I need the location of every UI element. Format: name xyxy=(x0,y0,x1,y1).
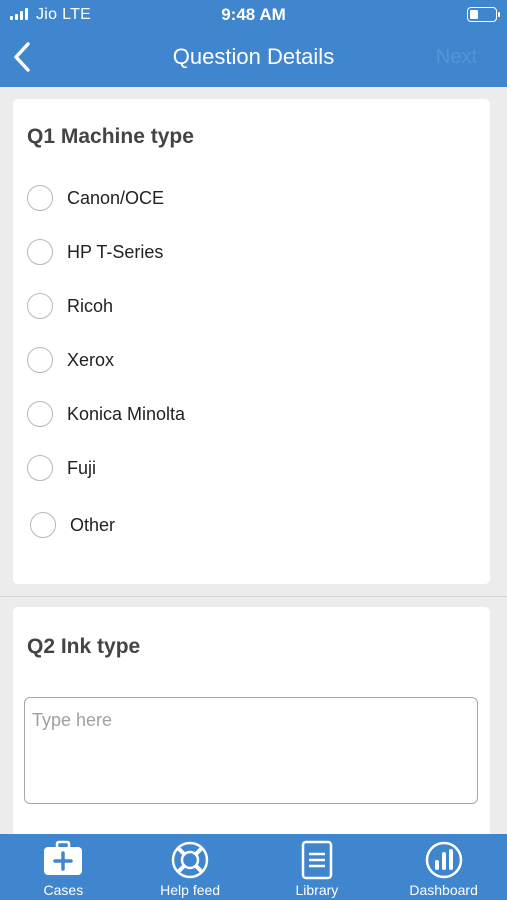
tab-label: Dashboard xyxy=(409,882,478,898)
option-canon-oce[interactable]: Canon/OCE xyxy=(27,185,164,211)
radio-button[interactable] xyxy=(30,512,56,538)
question-card-q1: Q1 Machine type Canon/OCE HP T-Series Ri… xyxy=(13,99,490,584)
lifebuoy-icon xyxy=(171,841,209,879)
radio-button[interactable] xyxy=(27,293,53,319)
question-title: Q1 Machine type xyxy=(27,125,194,148)
tab-library[interactable]: Library xyxy=(254,834,381,900)
option-label: Canon/OCE xyxy=(67,187,165,208)
tab-dashboard[interactable]: Dashboard xyxy=(380,834,507,900)
question-title: Q2 Ink type xyxy=(27,635,141,658)
tab-cases[interactable]: Cases xyxy=(0,834,127,900)
status-time: 9:48 AM xyxy=(221,5,286,24)
tab-label: Cases xyxy=(43,882,84,898)
option-ricoh[interactable]: Ricoh xyxy=(27,293,113,319)
bar-chart-icon xyxy=(425,841,462,879)
tab-label: Library xyxy=(295,882,339,898)
option-label: HP T-Series xyxy=(67,241,164,262)
page-title: Question Details xyxy=(172,44,335,69)
radio-button[interactable] xyxy=(27,347,53,373)
medical-case-icon xyxy=(44,840,83,875)
option-hp-t-series[interactable]: HP T-Series xyxy=(27,239,163,265)
option-xerox[interactable]: Xerox xyxy=(27,347,114,373)
option-konica-minolta[interactable]: Konica Minolta xyxy=(27,401,185,427)
document-icon xyxy=(301,840,333,880)
section-divider xyxy=(0,596,507,597)
next-button[interactable]: Next xyxy=(436,46,477,69)
answer-textarea[interactable] xyxy=(24,697,478,804)
tab-help-feed[interactable]: Help feed xyxy=(127,834,254,900)
option-label: Other xyxy=(70,514,116,535)
option-label: Konica Minolta xyxy=(67,403,186,424)
question-card-q2: Q2 Ink type xyxy=(13,607,490,837)
option-other[interactable]: Other xyxy=(30,512,115,538)
option-fuji[interactable]: Fuji xyxy=(27,455,96,481)
status-bar: Jio LTE 9:48 AM xyxy=(0,0,507,30)
battery-icon xyxy=(467,7,500,22)
option-label: Fuji xyxy=(67,457,97,478)
radio-button[interactable] xyxy=(27,185,53,211)
radio-button[interactable] xyxy=(27,455,53,481)
radio-button[interactable] xyxy=(27,239,53,265)
app-header: Jio LTE 9:48 AM Question Details Next xyxy=(0,0,507,87)
radio-button[interactable] xyxy=(27,401,53,427)
option-label: Ricoh xyxy=(67,295,114,316)
tab-label: Help feed xyxy=(160,882,221,898)
bottom-tab-bar: Cases Help feed Library Dashboard xyxy=(0,834,507,900)
option-label: Xerox xyxy=(67,349,115,370)
